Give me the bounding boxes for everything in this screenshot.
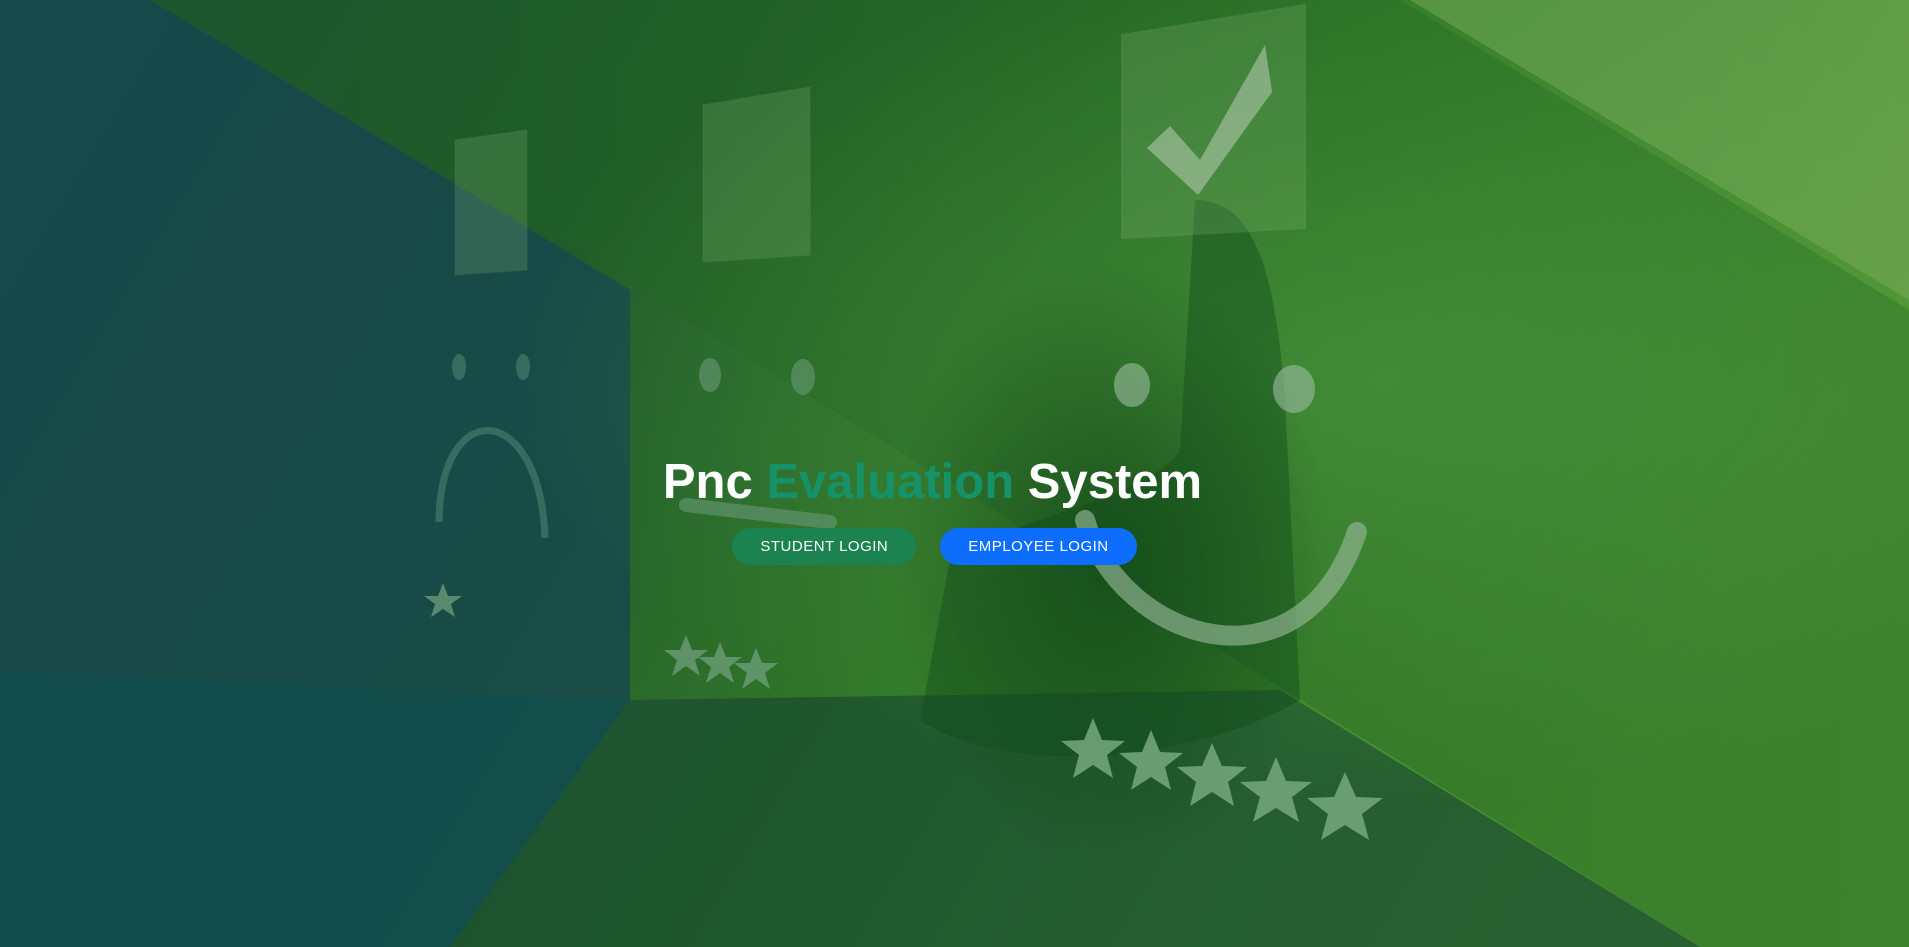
title-part-evaluation: Evaluation [766,455,1015,509]
title-part-pnc: Pnc [662,455,753,509]
landing-page: Pnc Evaluation System STUDENT LOGIN EMPL… [0,0,1909,947]
login-button-group: STUDENT LOGIN EMPLOYEE LOGIN [0,528,1909,565]
hero-section: Pnc Evaluation System STUDENT LOGIN EMPL… [0,452,1909,565]
student-login-button[interactable]: STUDENT LOGIN [732,528,917,565]
page-title: Pnc Evaluation System [0,452,1909,512]
title-part-system: System [1027,455,1203,509]
employee-login-button[interactable]: EMPLOYEE LOGIN [940,528,1137,565]
